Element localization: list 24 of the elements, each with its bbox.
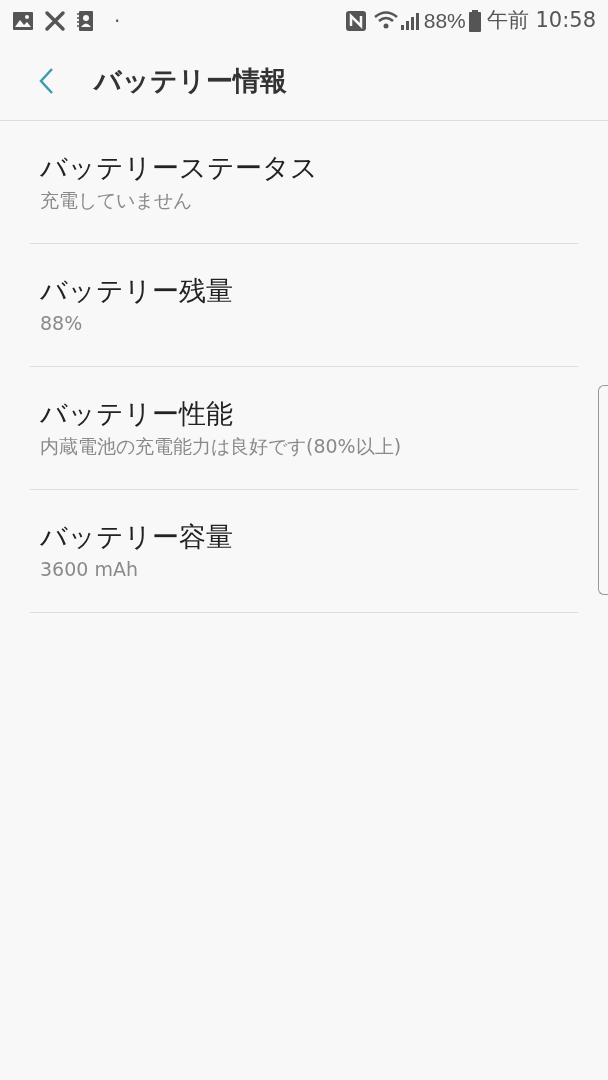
edge-panel-handle[interactable] xyxy=(598,385,608,595)
contacts-icon xyxy=(76,10,94,32)
notification-dot: · xyxy=(114,8,121,35)
clock: 午前 10:58 xyxy=(486,7,596,35)
battery-info-item[interactable]: バッテリー容量 3600 mAh xyxy=(30,490,578,613)
battery-percent: 88% xyxy=(423,8,466,35)
wifi-icon xyxy=(373,11,400,31)
item-subtitle: 充電していません xyxy=(40,188,193,213)
battery-info-item[interactable]: バッテリー性能 内蔵電池の充電能力は良好です(80%以上) xyxy=(30,367,578,490)
item-subtitle: 88% xyxy=(40,311,84,336)
battery-info-item[interactable]: バッテリーステータス 充電していません xyxy=(30,121,578,244)
nfc-icon xyxy=(345,11,366,31)
back-icon xyxy=(38,67,54,95)
battery-icon xyxy=(468,10,481,32)
item-title: バッテリー性能 xyxy=(40,397,234,431)
item-title: バッテリー容量 xyxy=(40,520,234,554)
item-subtitle: 3600 mAh xyxy=(40,557,139,582)
signal-icon xyxy=(399,11,420,31)
item-subtitle: 内蔵電池の充電能力は良好です(80%以上) xyxy=(40,434,403,459)
page-title: バッテリー情報 xyxy=(94,63,287,98)
image-icon xyxy=(12,11,34,31)
item-title: バッテリーステータス xyxy=(40,151,319,185)
battery-info-item[interactable]: バッテリー残量 88% xyxy=(30,244,578,367)
item-title: バッテリー残量 xyxy=(40,274,234,308)
